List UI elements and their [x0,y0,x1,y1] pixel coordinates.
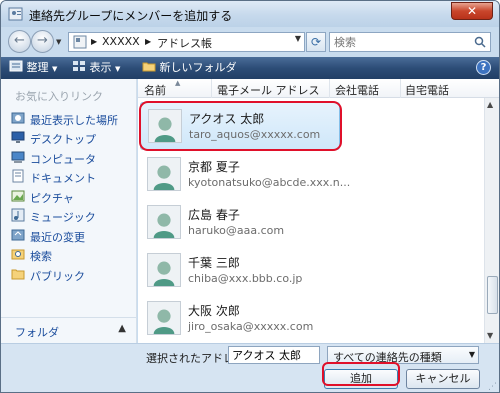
contact-list: ▲ 名前 電子メール アドレス 会社電話 自宅電話 アクオス 太郎 taro_a… [138,79,499,343]
contact-email: jiro_osaka@xxxxx.com [188,320,314,333]
music-icon [11,208,25,222]
toolbar: 整理 ▼ 表示 ▼ 新しいフォルダ ? [1,57,499,79]
address-book-icon [73,35,87,49]
column-work-phone[interactable]: 会社電話 [335,82,379,98]
contact-type-select[interactable]: すべての連絡先の種類 ▼ [327,346,479,364]
chevron-down-icon: ▼ [52,65,58,73]
crumb-separator: ▶ [145,37,152,46]
column-email[interactable]: 電子メール アドレス [217,82,320,98]
contact-email: kyotonatsuko@abcde.xxx.n... [188,176,351,189]
contact-email: haruko@aaa.com [188,224,285,237]
scroll-up-icon[interactable]: ▲ [487,100,493,109]
add-members-dialog: 連絡先グループにメンバーを追加する ✕ ← → ▼ ▶ XXXXX ▶ アドレス… [0,0,500,393]
contact-group-icon [8,7,23,21]
contact-email: chiba@xxx.bbb.co.jp [188,272,303,285]
pictures-icon [11,190,25,202]
scroll-down-icon[interactable]: ▼ [487,331,493,340]
folders-label: フォルダ [15,326,59,339]
window-title: 連絡先グループにメンバーを追加する [29,9,233,23]
search-box[interactable] [329,32,491,52]
recent-places-icon [11,112,25,124]
chevron-down-icon: ▼ [115,65,121,73]
crumb-root[interactable]: XXXXX [102,35,140,48]
contact-type-value: すべての連絡先の種類 [333,351,442,364]
contact-avatar-icon [147,253,181,287]
forward-button[interactable]: → [31,30,54,53]
contact-item[interactable]: アクオス 太郎 taro_aquos@xxxxx.com [140,102,340,150]
crumb-separator: ▶ [91,37,98,46]
close-button[interactable]: ✕ [451,2,493,20]
folders-toggle[interactable]: フォルダ ▲ [1,317,136,343]
selected-contact-field[interactable] [228,346,320,364]
chevron-down-icon: ▼ [468,350,475,359]
navigation-pane: お気に入りリンク 最近表示した場所 デスクトップ コンピュータ ドキュメント ピ… [1,79,137,343]
search-icon[interactable] [474,36,486,48]
contact-item[interactable]: 大阪 次郎 jiro_osaka@xxxxx.com [140,295,340,343]
favorites-header: お気に入りリンク [15,90,103,103]
organize-label: 整理 [26,61,49,74]
new-folder-icon [142,62,156,72]
address-dropdown-icon[interactable]: ▼ [295,34,301,43]
contact-avatar-icon [148,109,182,143]
contact-name: 大阪 次郎 [188,304,240,318]
address-row: ← → ▼ ▶ XXXXX ▶ アドレス帳 ▼ ⟳ [1,27,499,57]
contact-avatar-icon [147,301,181,335]
search-folder-icon [11,249,25,260]
contact-name: アクオス 太郎 [189,112,265,126]
contact-item[interactable]: 広島 春子 haruko@aaa.com [140,199,340,247]
new-folder-label: 新しいフォルダ [159,61,237,74]
vertical-scrollbar[interactable]: ▲ ▼ [484,98,499,343]
contact-name: 千葉 三郎 [188,256,240,270]
contact-item[interactable]: 京都 夏子 kyotonatsuko@abcde.xxx.n... [140,151,350,199]
scrollbar-thumb[interactable] [487,276,498,314]
address-bar[interactable]: ▶ XXXXX ▶ アドレス帳 ▼ [68,32,305,52]
chevron-up-icon: ▲ [118,323,126,334]
column-home-phone[interactable]: 自宅電話 [405,82,449,98]
column-divider[interactable] [329,79,330,98]
contact-name: 広島 春子 [188,208,240,222]
documents-icon [12,169,24,183]
add-button[interactable]: 追加 [324,369,398,389]
contact-email: taro_aquos@xxxxx.com [189,128,321,141]
column-divider[interactable] [211,79,212,98]
computer-icon [11,151,25,163]
contact-avatar-icon [147,205,181,239]
contact-rows: アクオス 太郎 taro_aquos@xxxxx.com 京都 夏子 kyoto… [138,98,484,343]
search-input[interactable] [330,33,470,51]
contact-avatar-icon [147,157,181,191]
crumb-address-book[interactable]: アドレス帳 [157,35,212,51]
back-button[interactable]: ← [8,30,31,53]
organize-icon [9,60,23,72]
contact-item[interactable]: 千葉 三郎 chiba@xxx.bbb.co.jp [140,247,340,295]
view-icon [73,61,85,71]
desktop-icon [11,131,25,143]
refresh-button[interactable]: ⟳ [306,32,326,52]
footer-panel: 選択されたアドレス帳: すべての連絡先の種類 ▼ 追加 キャンセル ⋰ [1,343,499,392]
sort-indicator-icon: ▲ [175,79,181,87]
view-label: 表示 [89,61,112,74]
history-dropdown-icon[interactable]: ▼ [56,38,61,46]
cancel-button[interactable]: キャンセル [406,369,480,389]
column-header: ▲ 名前 電子メール アドレス 会社電話 自宅電話 [138,79,499,98]
contact-name: 京都 夏子 [188,160,240,174]
new-folder-button[interactable]: 新しいフォルダ [142,60,237,76]
recent-changes-icon [11,229,25,241]
resize-grip-icon[interactable]: ⋰ [488,382,497,392]
help-icon[interactable]: ? [476,60,491,75]
column-divider[interactable] [400,79,401,98]
public-folder-icon [11,269,25,280]
organize-menu[interactable]: 整理 ▼ [9,60,57,76]
view-menu[interactable]: 表示 ▼ [72,60,120,76]
column-name[interactable]: 名前 [144,82,166,98]
title-bar: 連絡先グループにメンバーを追加する ✕ [1,1,499,27]
